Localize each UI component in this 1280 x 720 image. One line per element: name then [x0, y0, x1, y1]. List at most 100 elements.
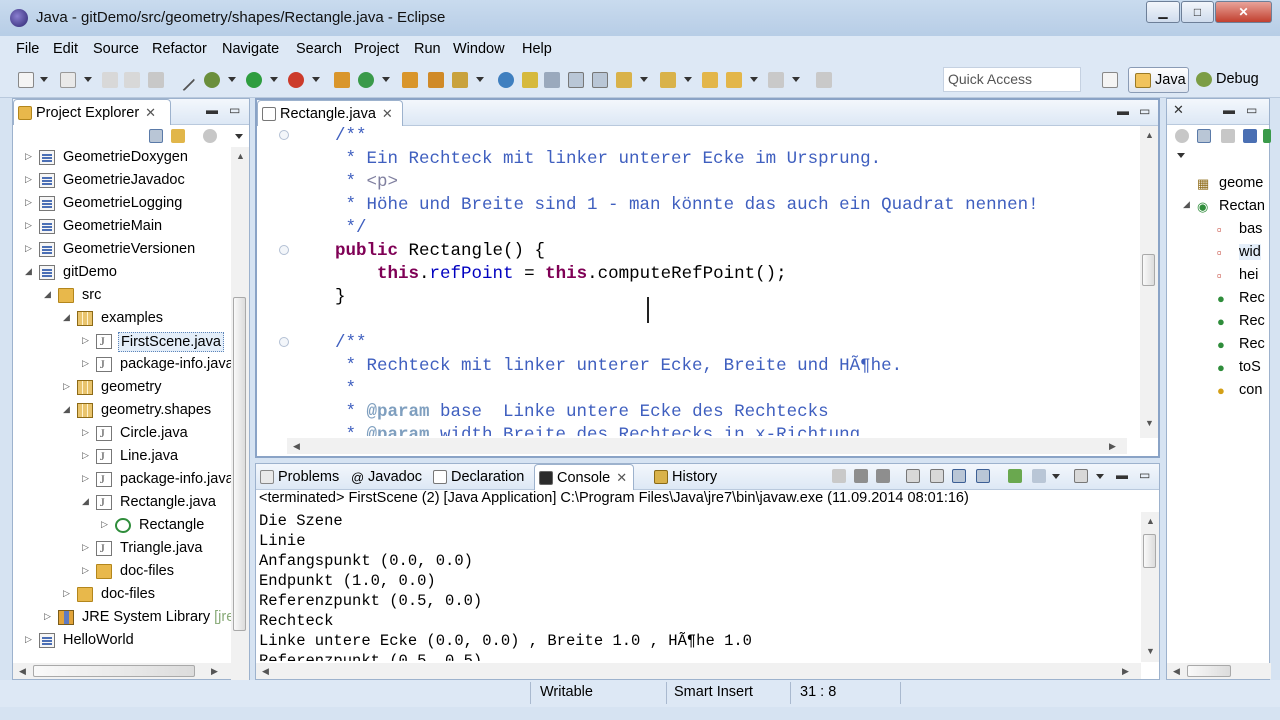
- open-icon[interactable]: [60, 72, 76, 88]
- minimize-view-icon[interactable]: ▬: [1223, 103, 1235, 117]
- maximize-view-icon[interactable]: ▭: [1139, 468, 1150, 482]
- explorer-horizontal-scrollbar[interactable]: ◀ ▶: [13, 663, 231, 679]
- new-class-dropdown-icon[interactable]: [382, 77, 390, 82]
- tree-item[interactable]: ▷ JRE System Library [jre7]: [44, 607, 246, 629]
- debug-icon[interactable]: [204, 72, 220, 88]
- expand-arrow-icon[interactable]: ▷: [25, 243, 35, 254]
- print-icon[interactable]: [148, 72, 164, 88]
- minimize-button[interactable]: ▁: [1146, 1, 1180, 23]
- scroll-up-icon[interactable]: ▲: [1145, 130, 1154, 140]
- tree-item[interactable]: ▷ Circle.java: [82, 423, 231, 445]
- show-on-error-icon[interactable]: [976, 469, 990, 483]
- minimize-view-icon[interactable]: ▬: [206, 103, 218, 117]
- expand-arrow-icon[interactable]: ▷: [44, 611, 54, 622]
- tab-declaration[interactable]: Declaration: [429, 464, 529, 490]
- editor-horizontal-scrollbar[interactable]: ◀ ▶: [287, 438, 1127, 454]
- save-icon[interactable]: [102, 72, 118, 88]
- external-tools-icon[interactable]: [288, 72, 304, 88]
- tree-item[interactable]: ◢ gitDemo: [25, 262, 231, 284]
- new-class-icon[interactable]: [358, 72, 374, 88]
- collapse-arrow-icon[interactable]: ◢: [63, 404, 73, 415]
- remove-launch-icon[interactable]: [854, 469, 868, 483]
- tree-item[interactable]: ▷ GeometrieDoxygen: [25, 147, 231, 169]
- maximize-view-icon[interactable]: ▭: [1246, 103, 1257, 117]
- menu-edit[interactable]: Edit: [53, 41, 78, 57]
- menu-project[interactable]: Project: [354, 41, 399, 57]
- tab-javadoc[interactable]: @ Javadoc: [348, 464, 426, 490]
- tree-item[interactable]: ▷ geometry: [63, 377, 231, 399]
- scroll-left-icon[interactable]: ◀: [293, 441, 300, 452]
- close-icon[interactable]: ✕: [382, 106, 393, 121]
- scroll-thumb[interactable]: [1142, 254, 1155, 286]
- tree-item[interactable]: ▷ GeometrieLogging: [25, 193, 231, 215]
- show-whitespace-icon[interactable]: [568, 72, 584, 88]
- collapse-arrow-icon[interactable]: ◢: [82, 496, 92, 507]
- tab-console[interactable]: Console ✕: [534, 464, 634, 490]
- remove-all-icon[interactable]: [876, 469, 890, 483]
- maximize-view-icon[interactable]: ▭: [1139, 104, 1150, 118]
- close-button[interactable]: ✕: [1215, 1, 1272, 23]
- last-edit-location-icon[interactable]: [702, 72, 718, 88]
- expand-arrow-icon[interactable]: ▷: [101, 519, 111, 530]
- back-icon[interactable]: [726, 72, 742, 88]
- open-console-icon[interactable]: [1074, 469, 1088, 483]
- editor-vertical-scrollbar[interactable]: ▲ ▼: [1140, 126, 1158, 438]
- maximize-button[interactable]: □: [1181, 1, 1214, 23]
- expand-arrow-icon[interactable]: ▷: [82, 542, 92, 553]
- save-all-icon[interactable]: [124, 72, 140, 88]
- expand-arrow-icon[interactable]: ▷: [82, 358, 92, 369]
- run-icon[interactable]: [246, 72, 262, 88]
- pin-console-icon[interactable]: [1008, 469, 1022, 483]
- minimize-view-icon[interactable]: ▬: [1117, 104, 1129, 118]
- hide-fields-icon[interactable]: [1243, 129, 1257, 143]
- tree-item[interactable]: ▷ Rectangle: [101, 515, 231, 537]
- debug-dropdown-icon[interactable]: [228, 77, 236, 82]
- forward-dropdown-icon[interactable]: [792, 77, 800, 82]
- expand-arrow-icon[interactable]: ▷: [82, 565, 92, 576]
- open-console-dropdown-icon[interactable]: [1096, 474, 1104, 479]
- external-tools-dropdown-icon[interactable]: [312, 77, 320, 82]
- collapse-all-icon[interactable]: [149, 129, 163, 143]
- display-console-dropdown-icon[interactable]: [1052, 474, 1060, 479]
- tab-project-explorer[interactable]: Project Explorer ✕: [13, 99, 171, 125]
- tree-item[interactable]: ▷ GeometrieMain: [25, 216, 231, 238]
- quick-access-input[interactable]: Quick Access: [943, 67, 1081, 92]
- open-perspective-icon[interactable]: [1102, 72, 1118, 88]
- tree-item[interactable]: ▷ doc-files: [82, 561, 231, 583]
- previous-annotation-dropdown-icon[interactable]: [684, 77, 692, 82]
- open-dropdown-icon[interactable]: [84, 77, 92, 82]
- tree-item[interactable]: ◢ src: [44, 285, 231, 307]
- tree-item[interactable]: ◢ examples: [63, 308, 231, 330]
- scroll-left-icon[interactable]: ◀: [1173, 666, 1180, 677]
- expand-arrow-icon[interactable]: ▷: [25, 197, 35, 208]
- collapse-arrow-icon[interactable]: ◢: [1183, 199, 1190, 210]
- tab-rectangle-java[interactable]: Rectangle.java ✕: [257, 100, 403, 126]
- next-annotation-dropdown-icon[interactable]: [640, 77, 648, 82]
- tree-item[interactable]: ▷ HelloWorld: [25, 630, 231, 652]
- debug-perspective-button[interactable]: Debug: [1190, 67, 1262, 93]
- view-menu-dropdown-icon[interactable]: [235, 134, 243, 139]
- show-paragraph-icon[interactable]: [592, 72, 608, 88]
- collapse-arrow-icon[interactable]: ◢: [44, 289, 54, 300]
- console-vertical-scrollbar[interactable]: ▲ ▼: [1141, 512, 1159, 662]
- fold-collapse-icon[interactable]: [279, 337, 289, 347]
- maximize-view-icon[interactable]: ▭: [229, 103, 240, 117]
- next-annotation-icon[interactable]: [616, 72, 632, 88]
- scroll-right-icon[interactable]: ▶: [1109, 441, 1116, 452]
- scroll-down-icon[interactable]: ▼: [1146, 646, 1155, 656]
- expand-arrow-icon[interactable]: ▷: [25, 634, 35, 645]
- menu-source[interactable]: Source: [93, 41, 139, 57]
- tab-problems[interactable]: Problems: [256, 464, 344, 490]
- tree-item[interactable]: ▷ package-info.java: [82, 354, 234, 376]
- collapse-arrow-icon[interactable]: ◢: [63, 312, 73, 323]
- hide-static-icon[interactable]: [1263, 129, 1271, 143]
- scroll-left-icon[interactable]: ◀: [19, 666, 26, 677]
- minimize-view-icon[interactable]: ▬: [1116, 468, 1128, 482]
- expand-arrow-icon[interactable]: ▷: [25, 220, 35, 231]
- tree-item[interactable]: ◢ geometry.shapes: [63, 400, 231, 422]
- scroll-thumb[interactable]: [1143, 534, 1156, 568]
- skip-breakpoints-icon[interactable]: [172, 68, 196, 92]
- code-area[interactable]: /** * Ein Rechteck mit linker unterer Ec…: [257, 126, 1136, 436]
- menu-navigate[interactable]: Navigate: [222, 41, 279, 57]
- menu-help[interactable]: Help: [522, 41, 552, 57]
